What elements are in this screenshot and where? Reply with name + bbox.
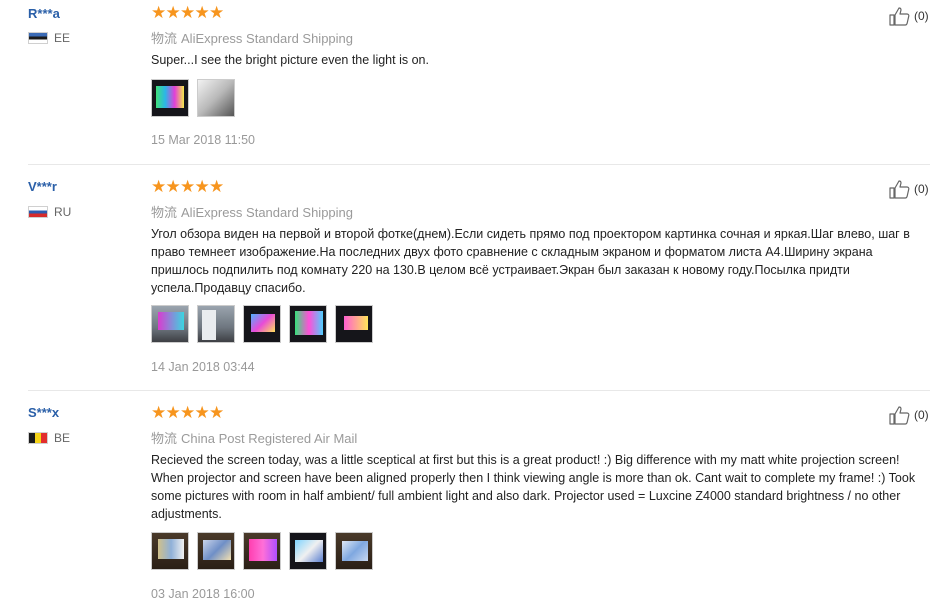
helpful-count: (0) bbox=[914, 182, 929, 196]
flag-ee-icon bbox=[28, 32, 48, 44]
helpful-count: (0) bbox=[914, 9, 929, 23]
helpful-count: (0) bbox=[914, 408, 929, 422]
shipping-name: AliExpress Standard Shipping bbox=[181, 205, 354, 220]
star-icon: ★ bbox=[209, 177, 225, 196]
star-rating: ★★★★★ bbox=[151, 178, 224, 196]
helpful-button[interactable]: (0) bbox=[889, 179, 929, 199]
flag-ru-icon bbox=[28, 206, 48, 218]
shipping-prefix: 物流 bbox=[151, 205, 178, 220]
thumbs-up-icon bbox=[889, 180, 910, 199]
review-text: Recieved the screen today, was a little … bbox=[151, 453, 916, 521]
shipping-prefix: 物流 bbox=[151, 431, 178, 446]
review-photo[interactable] bbox=[151, 305, 189, 343]
review-date: 14 Jan 2018 03:44 bbox=[151, 360, 255, 374]
review-item: R***a EE ★★★★★ 物流 AliExpress Standard Shi… bbox=[0, 0, 950, 164]
reviewer-country: BE bbox=[28, 431, 70, 445]
star-icon: ★ bbox=[151, 177, 167, 196]
star-icon: ★ bbox=[209, 403, 225, 422]
review-photo[interactable] bbox=[197, 532, 235, 570]
reviewer-country: RU bbox=[28, 205, 71, 219]
review-photo[interactable] bbox=[289, 532, 327, 570]
shipping-name: AliExpress Standard Shipping bbox=[181, 31, 354, 46]
star-icon: ★ bbox=[151, 403, 167, 422]
shipping-method: 物流 AliExpress Standard Shipping bbox=[151, 202, 353, 221]
star-rating: ★★★★★ bbox=[151, 4, 224, 22]
star-icon: ★ bbox=[194, 3, 210, 22]
review-photos bbox=[151, 79, 243, 117]
star-icon: ★ bbox=[209, 3, 225, 22]
star-rating: ★★★★★ bbox=[151, 404, 224, 422]
star-icon: ★ bbox=[151, 3, 167, 22]
review-item: S***x BE ★★★★★ 物流 China Post Registered A… bbox=[0, 391, 950, 605]
shipping-method: 物流 China Post Registered Air Mail bbox=[151, 428, 357, 447]
shipping-method: 物流 AliExpress Standard Shipping bbox=[151, 28, 353, 47]
review-photos bbox=[151, 532, 381, 570]
helpful-button[interactable]: (0) bbox=[889, 405, 929, 425]
thumbs-up-icon bbox=[889, 7, 910, 26]
star-icon: ★ bbox=[165, 403, 181, 422]
reviewer-name: V***r bbox=[28, 179, 57, 194]
review-text: Super...I see the bright picture even th… bbox=[151, 53, 429, 67]
review-photo[interactable] bbox=[197, 305, 235, 343]
review-item: V***r RU ★★★★★ 物流 AliExpress Standard Shi… bbox=[0, 165, 950, 390]
review-photo[interactable] bbox=[243, 532, 281, 570]
reviewer-name: R***a bbox=[28, 6, 60, 21]
country-code: RU bbox=[54, 205, 72, 219]
reviewer-name: S***x bbox=[28, 405, 60, 420]
star-icon: ★ bbox=[180, 3, 196, 22]
review-photo[interactable] bbox=[197, 79, 235, 117]
review-photo[interactable] bbox=[151, 532, 189, 570]
review-photo[interactable] bbox=[335, 532, 373, 570]
review-date: 15 Mar 2018 11:50 bbox=[151, 133, 256, 147]
thumbs-up-icon bbox=[889, 406, 910, 425]
star-icon: ★ bbox=[180, 177, 196, 196]
shipping-name: China Post Registered Air Mail bbox=[181, 431, 358, 446]
star-icon: ★ bbox=[194, 403, 210, 422]
flag-be-icon bbox=[28, 432, 48, 444]
star-icon: ★ bbox=[180, 403, 196, 422]
reviewer-country: EE bbox=[28, 31, 70, 45]
country-code: EE bbox=[54, 31, 71, 45]
review-photos bbox=[151, 305, 381, 343]
review-photo[interactable] bbox=[151, 79, 189, 117]
review-date: 03 Jan 2018 16:00 bbox=[151, 587, 255, 601]
star-icon: ★ bbox=[165, 3, 181, 22]
helpful-button[interactable]: (0) bbox=[889, 6, 929, 26]
review-photo[interactable] bbox=[335, 305, 373, 343]
review-photo[interactable] bbox=[243, 305, 281, 343]
star-icon: ★ bbox=[194, 177, 210, 196]
review-photo[interactable] bbox=[289, 305, 327, 343]
review-text: Угол обзора виден на первой и второй фот… bbox=[151, 227, 910, 295]
star-icon: ★ bbox=[165, 177, 181, 196]
country-code: BE bbox=[54, 431, 71, 445]
shipping-prefix: 物流 bbox=[151, 31, 178, 46]
